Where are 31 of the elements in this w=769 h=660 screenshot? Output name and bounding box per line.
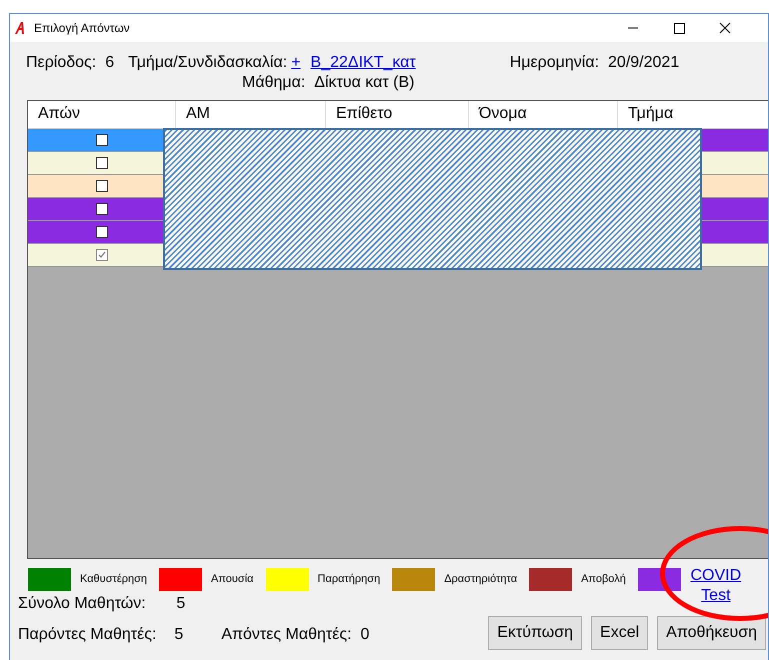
add-link[interactable]: + [291, 54, 301, 72]
label: Παρόντες Μαθητές: [18, 626, 156, 644]
checkbox[interactable] [96, 180, 108, 192]
label: Μάθημα: [242, 74, 306, 92]
present-value: 5 [173, 626, 184, 644]
legend-label: Παρατήρηση [318, 573, 380, 585]
label: Σύνολο Μαθητών: [18, 595, 147, 614]
action-button[interactable]: Excel [591, 616, 648, 650]
legend-label: Απουσία [211, 573, 254, 585]
legend-label: Αποβολή [581, 573, 626, 585]
class-link[interactable]: Β_22ΔΙΚΤ_κατ [310, 54, 416, 72]
label: Περίοδος: [26, 54, 96, 72]
total-value: 5 [175, 595, 186, 614]
covid-test-link[interactable]: COVID Test [690, 566, 742, 606]
checkbox[interactable] [96, 249, 108, 261]
subject-value: Δίκτυα κατ (Β) [314, 74, 414, 92]
label: Τμήμα/Συνδιδασκαλία: [128, 54, 288, 72]
absent-value: 0 [360, 626, 370, 644]
checkbox[interactable] [96, 226, 108, 238]
date-value: 20/9/2021 [608, 54, 680, 72]
legend-label: Καθυστέρηση [80, 573, 148, 585]
label: Ημερομηνία: [510, 54, 600, 72]
checkbox[interactable] [96, 157, 108, 169]
checkbox[interactable] [96, 203, 108, 215]
action-button[interactable]: Εκτύπωση [488, 616, 582, 650]
legend-label: Δραστηριότητα [444, 573, 518, 585]
label: Απόντες Μαθητές: [221, 626, 352, 644]
period-value: 6 [105, 54, 114, 72]
checkbox[interactable] [96, 134, 108, 146]
window-title: Επιλογή Απόντων [34, 21, 130, 35]
action-button[interactable]: Αποθήκευση [657, 616, 766, 650]
